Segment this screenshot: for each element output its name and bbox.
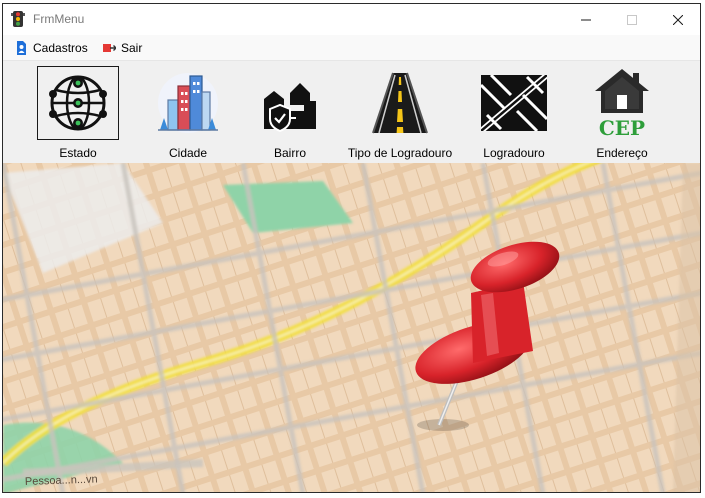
minimize-button[interactable] xyxy=(563,4,609,35)
menu-bar: Cadastros Sair xyxy=(3,35,700,61)
title-bar: FrmMenu xyxy=(3,4,700,35)
traffic-light-icon xyxy=(11,11,25,27)
street-grid-icon xyxy=(481,75,547,131)
maximize-icon xyxy=(627,14,637,25)
menu-sair[interactable]: Sair xyxy=(103,39,142,57)
toolbar-label-endereco: Endereço xyxy=(596,146,648,160)
city-buildings-icon xyxy=(158,73,218,133)
close-icon xyxy=(673,14,683,25)
map-street-label: Pessoa...n...vn xyxy=(25,473,98,488)
cadastros-icon xyxy=(17,41,26,55)
toolbar-label-logradouro: Logradouro xyxy=(483,146,545,160)
globe-network-icon xyxy=(49,75,107,131)
neighborhood-shield-icon xyxy=(264,83,316,133)
road-icon xyxy=(372,72,428,134)
menu-cadastros-label: Cadastros xyxy=(33,41,88,55)
maximize-button[interactable] xyxy=(609,4,655,35)
toolbar-label-bairro: Bairro xyxy=(273,146,306,160)
toolbar-label-estado: Estado xyxy=(59,146,97,160)
menu-cadastros[interactable]: Cadastros xyxy=(15,39,88,57)
toolbar-label-tipo-logradouro: Tipo de Logradouro xyxy=(347,146,453,160)
close-button[interactable] xyxy=(655,4,700,35)
main-window: FrmMenu Cadastros Sair Estado Cidade Bai… xyxy=(2,3,701,493)
menu-sair-label: Sair xyxy=(121,41,143,55)
toolbar-button-logradouro[interactable]: Logradouro xyxy=(459,66,569,162)
map-image: Pessoa...n...vn xyxy=(3,163,700,492)
cep-badge-text: CEP xyxy=(599,116,645,139)
toolbar-button-endereco[interactable]: CEP Endereço xyxy=(567,66,677,162)
toolbar: Estado Cidade Bairro Tipo de Logradouro … xyxy=(3,61,700,163)
toolbar-button-cidade[interactable]: Cidade xyxy=(133,66,243,162)
toolbar-label-cidade: Cidade xyxy=(168,146,208,160)
exit-icon xyxy=(103,44,116,52)
minimize-icon xyxy=(581,19,591,20)
toolbar-button-estado[interactable]: Estado xyxy=(23,66,133,162)
map-background: Pessoa...n...vn xyxy=(3,163,700,492)
toolbar-button-tipo-logradouro[interactable]: Tipo de Logradouro xyxy=(345,66,455,162)
toolbar-button-bairro[interactable]: Bairro xyxy=(235,66,345,162)
window-title: FrmMenu xyxy=(33,12,85,26)
house-cep-icon: CEP xyxy=(595,69,649,139)
